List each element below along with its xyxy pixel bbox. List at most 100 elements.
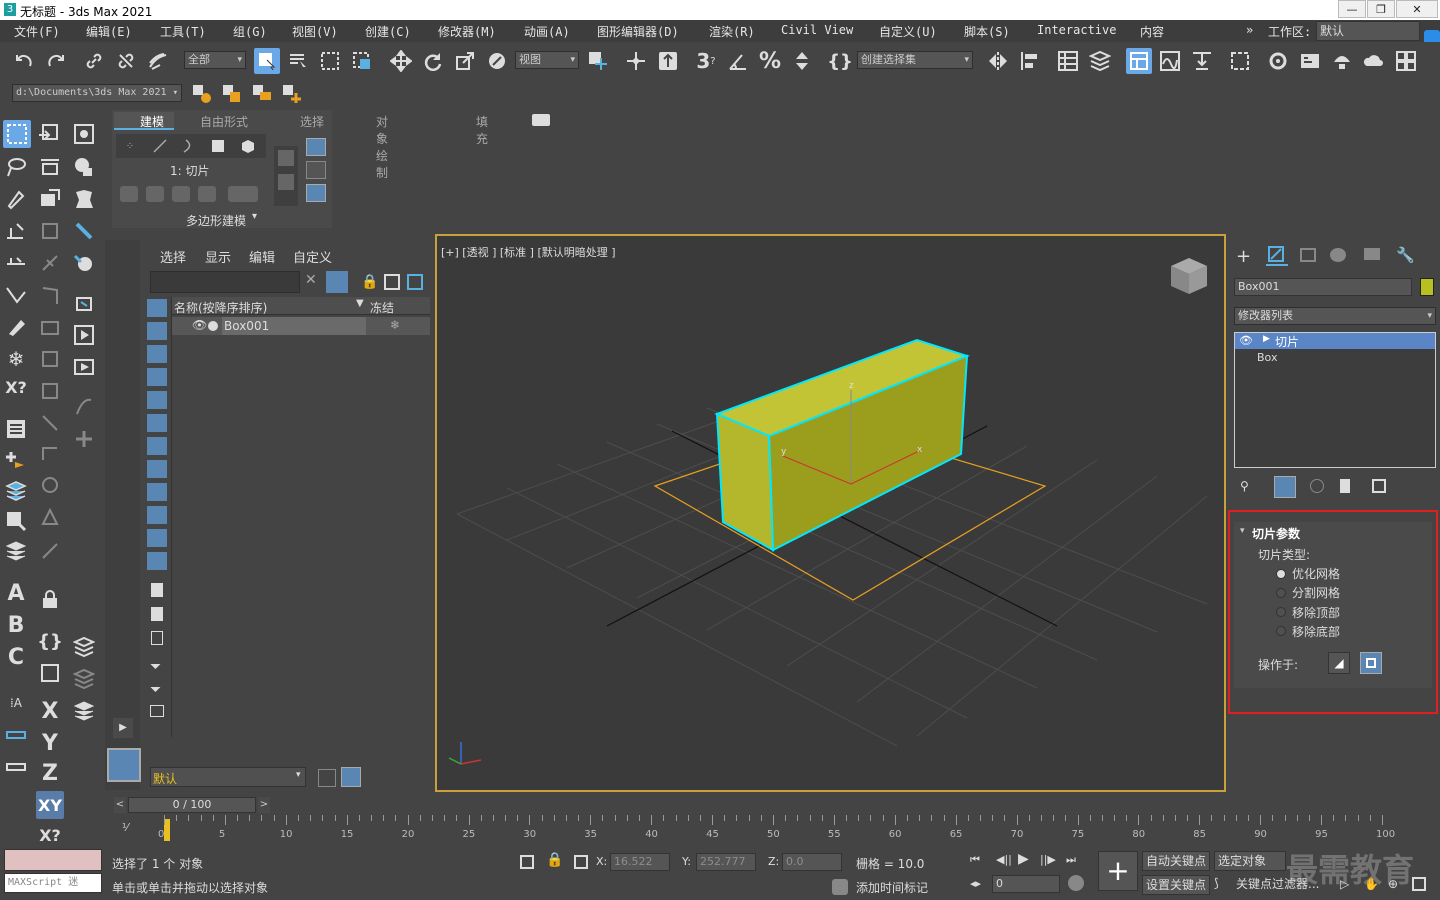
filter-bones-icon[interactable]	[147, 483, 167, 501]
named-selection-select[interactable]: 创建选择集	[857, 51, 973, 69]
rollout-collapse-icon[interactable]: ▾	[1240, 526, 1245, 536]
layers-icon[interactable]	[4, 479, 28, 503]
select-tool-icon[interactable]	[3, 120, 31, 148]
time-next-icon[interactable]: >	[258, 797, 270, 813]
folder-icon[interactable]	[150, 705, 164, 717]
tab-populate[interactable]: 填充	[476, 113, 488, 146]
ref-coord-select[interactable]: 视图	[515, 51, 579, 69]
prev-frame-icon[interactable]: ◀||	[996, 853, 1012, 866]
element-icon[interactable]	[236, 134, 260, 158]
menu-animation[interactable]: 动画(A)	[524, 23, 570, 40]
tab-modeling[interactable]: 建模	[140, 113, 164, 131]
dots-a-icon[interactable]: ⁞A	[4, 691, 28, 715]
ribbon-tool-1-icon[interactable]	[120, 186, 138, 202]
pivot-icon[interactable]	[586, 49, 610, 73]
freeze-icon[interactable]: ❄	[390, 318, 400, 332]
tool-i-icon[interactable]	[72, 291, 96, 315]
toggle-ribbon-icon[interactable]	[1126, 48, 1152, 74]
layer-explorer-icon[interactable]	[1088, 49, 1112, 73]
layer-explorer-toggle-icon[interactable]	[341, 767, 361, 787]
select-object-icon[interactable]	[254, 48, 280, 74]
paint-icon[interactable]	[4, 187, 28, 211]
link-chain-icon[interactable]	[82, 49, 106, 73]
add-layer-icon[interactable]	[4, 449, 28, 473]
render-dot-icon[interactable]	[208, 321, 218, 331]
motion-tab-icon[interactable]	[1330, 248, 1346, 262]
filter-cameras-icon[interactable]	[147, 368, 167, 386]
scene-tab-display[interactable]: 显示	[205, 247, 231, 266]
option-refine-mesh[interactable]: 优化网格	[1292, 565, 1340, 582]
menu-create[interactable]: 创建(C)	[365, 23, 411, 40]
create-tab-icon[interactable]: +	[1236, 246, 1251, 267]
angle-snap-icon[interactable]	[726, 49, 750, 73]
ribbon-side-tool-2-icon[interactable]	[278, 174, 294, 190]
ribbon-pin-icon[interactable]	[306, 138, 326, 156]
tab-freeform[interactable]: 自由形式	[200, 113, 248, 131]
filter-shapes-icon[interactable]	[147, 322, 167, 340]
list-icon[interactable]	[4, 417, 28, 441]
tool-r-icon[interactable]	[38, 505, 62, 529]
tool-q-icon[interactable]	[38, 473, 62, 497]
percent-snap-icon[interactable]: %	[758, 49, 782, 74]
maximize-viewport-icon[interactable]	[1412, 877, 1426, 891]
schematic-view-icon[interactable]	[1190, 49, 1214, 73]
viewport-perspective[interactable]: [+] [透视 ] [标准 ] [默认明暗处理 ] z y x	[435, 234, 1226, 792]
maximize-button[interactable]: ❐	[1367, 0, 1395, 18]
mirror-icon[interactable]	[986, 49, 1010, 73]
isolate-icon[interactable]	[520, 855, 534, 869]
project-settings-icon[interactable]	[280, 82, 304, 106]
utilities-tab-icon[interactable]: 🔧	[1396, 246, 1415, 264]
filter-xrefs-icon[interactable]	[147, 460, 167, 478]
filter-helpers-icon[interactable]	[147, 391, 167, 409]
select-all-icon[interactable]	[151, 583, 163, 597]
bind-space-warp-icon[interactable]	[146, 49, 170, 73]
radio-refine-mesh[interactable]	[1276, 569, 1286, 579]
material-editor-icon[interactable]	[1228, 49, 1252, 73]
object-name-field[interactable]: Box001	[1234, 278, 1412, 296]
ribbon-tool-5-icon[interactable]	[228, 186, 258, 202]
insert-icon[interactable]	[36, 122, 60, 146]
time-tag-icon[interactable]	[832, 879, 848, 895]
menu-interactive[interactable]: Interactive	[1037, 23, 1116, 37]
close-button[interactable]: ✕	[1396, 0, 1438, 18]
play-tool-icon[interactable]	[72, 323, 96, 347]
operate-on-face-icon[interactable]: ◢	[1328, 652, 1350, 674]
column-name-header[interactable]: 名称(按降序排序)	[174, 299, 267, 316]
ribbon-options-icon[interactable]	[532, 114, 550, 126]
layer-dropdown-icon[interactable]: ▾	[296, 770, 301, 780]
sync-icon[interactable]	[407, 274, 423, 290]
edge-icon[interactable]	[148, 134, 172, 158]
select-by-name-icon[interactable]	[286, 49, 310, 73]
maxscript-listener[interactable]	[4, 849, 102, 871]
ribbon-tool-3-icon[interactable]	[172, 186, 190, 202]
text-c-icon[interactable]: C	[4, 645, 28, 670]
align-icon[interactable]	[1018, 49, 1042, 73]
selection-filter-select[interactable]: 全部	[184, 51, 246, 69]
lasso-icon[interactable]	[4, 155, 28, 179]
scene-tab-edit[interactable]: 编辑	[249, 247, 275, 266]
remove-modifier-icon[interactable]	[1340, 479, 1350, 493]
axis-y-icon[interactable]: Y	[38, 731, 62, 756]
menu-content[interactable]: 内容	[1140, 23, 1164, 40]
frame-select-icon[interactable]	[4, 509, 28, 533]
select-manipulate-icon[interactable]	[624, 49, 648, 73]
project-open-icon[interactable]	[250, 82, 274, 106]
filter-lights-icon[interactable]	[147, 345, 167, 363]
ruler-icon[interactable]	[4, 723, 28, 747]
brace-icon[interactable]: {}	[37, 629, 63, 653]
radio-remove-bottom[interactable]	[1276, 626, 1286, 636]
filter-hidden-icon[interactable]	[147, 552, 167, 570]
x-coordinate[interactable]: 16.522	[610, 853, 670, 871]
brush-icon[interactable]	[4, 315, 28, 339]
edit-tool-icon[interactable]	[38, 187, 62, 211]
select-invert-icon[interactable]	[151, 631, 163, 645]
filter-groups-icon[interactable]	[147, 437, 167, 455]
tool-o-icon[interactable]	[72, 427, 96, 451]
display-tab-icon[interactable]	[1364, 248, 1380, 260]
tool-j-icon[interactable]	[38, 315, 62, 339]
visibility-eye-icon[interactable]: 👁	[192, 318, 207, 332]
layer-select[interactable]: 默认 ▾	[150, 767, 306, 787]
column-freeze-header[interactable]: 冻结	[370, 299, 394, 316]
tab-object-paint[interactable]: 对象绘制	[376, 113, 388, 180]
unlink-icon[interactable]	[114, 49, 138, 73]
